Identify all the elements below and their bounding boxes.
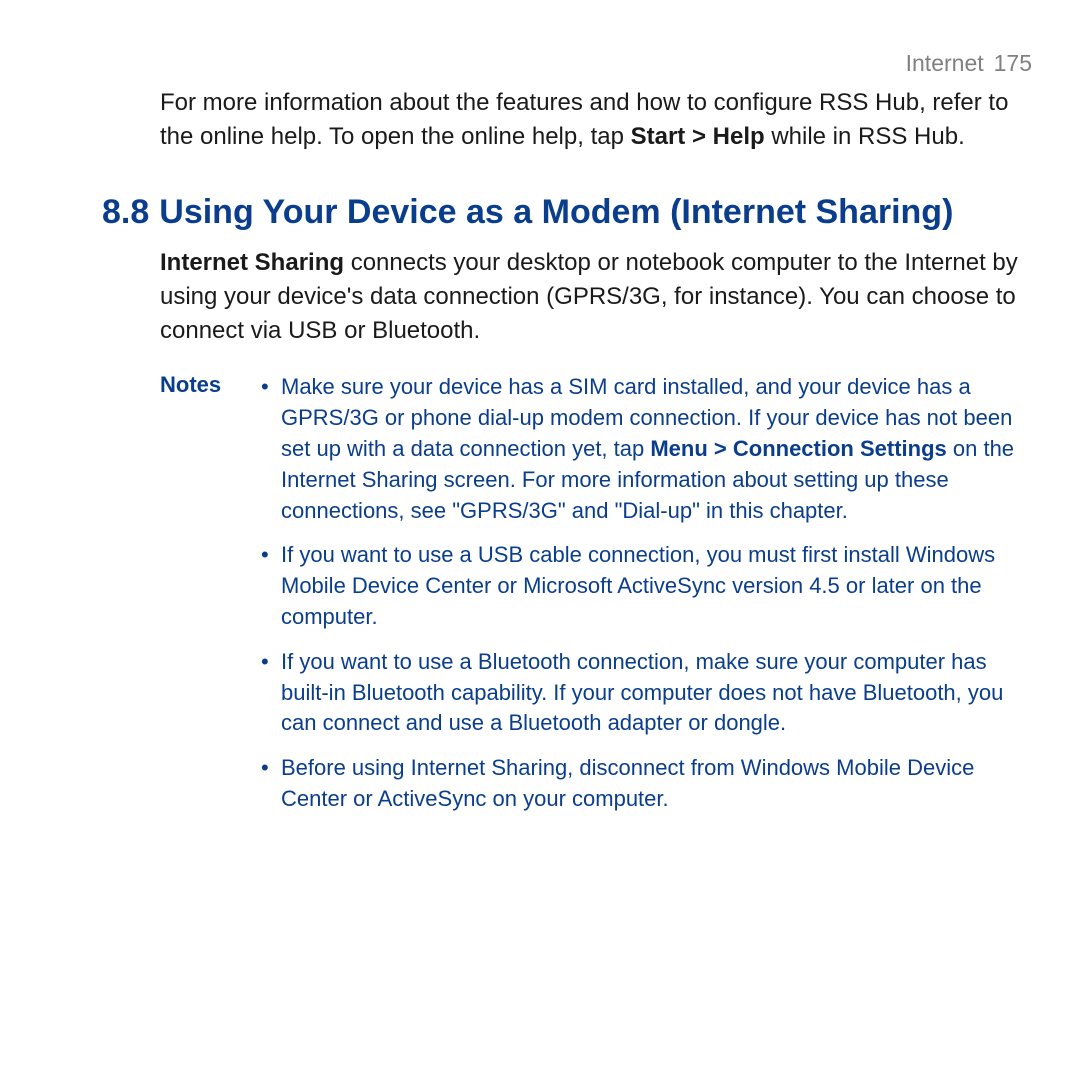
section-heading: 8.8 Using Your Device as a Modem (Interne… <box>102 193 1040 232</box>
body-lead-bold: Internet Sharing <box>160 249 344 276</box>
note-text-pre: If you want to use a USB cable connectio… <box>281 542 995 629</box>
notes-label: Notes <box>160 372 255 828</box>
intro-paragraph: For more information about the features … <box>160 86 1040 153</box>
list-item: Make sure your device has a SIM card ins… <box>255 372 1040 526</box>
section-name: Internet <box>906 50 984 76</box>
body-paragraph: Internet Sharing connects your desktop o… <box>160 246 1040 348</box>
intro-bold: Start > Help <box>631 123 765 150</box>
running-header: Internet 175 <box>906 50 1032 77</box>
intro-text-post: while in RSS Hub. <box>765 123 965 150</box>
note-text-pre: Before using Internet Sharing, disconnec… <box>281 755 974 811</box>
page-number: 175 <box>994 50 1032 76</box>
section-number: 8.8 <box>102 193 149 232</box>
list-item: If you want to use a USB cable connectio… <box>255 540 1040 632</box>
list-item: Before using Internet Sharing, disconnec… <box>255 753 1040 815</box>
note-text-pre: If you want to use a Bluetooth connectio… <box>281 649 1003 736</box>
list-item: If you want to use a Bluetooth connectio… <box>255 647 1040 739</box>
note-text-bold: Menu > Connection Settings <box>650 436 946 461</box>
notes-list: Make sure your device has a SIM card ins… <box>255 372 1040 828</box>
section-title: Using Your Device as a Modem (Internet S… <box>159 193 953 231</box>
page: Internet 175 For more information about t… <box>0 0 1080 1080</box>
notes-block: Notes Make sure your device has a SIM ca… <box>160 372 1040 828</box>
